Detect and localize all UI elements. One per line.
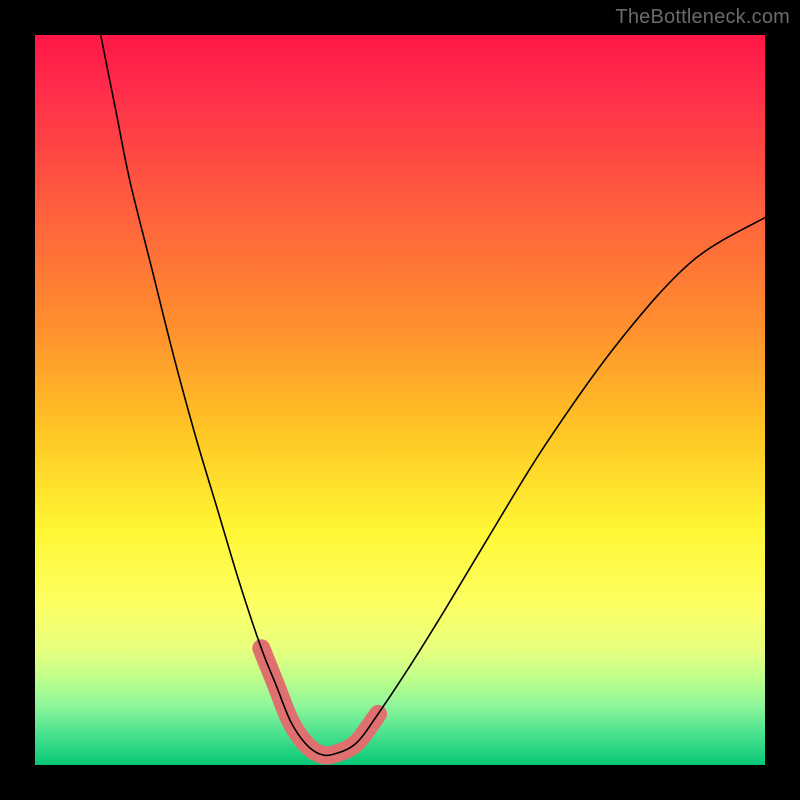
watermark-text: TheBottleneck.com [615,6,790,29]
chart-root: TheBottleneck.com [0,0,800,800]
curve-svg [35,35,765,765]
bottleneck-curve [101,35,765,755]
plot-area [35,35,765,765]
